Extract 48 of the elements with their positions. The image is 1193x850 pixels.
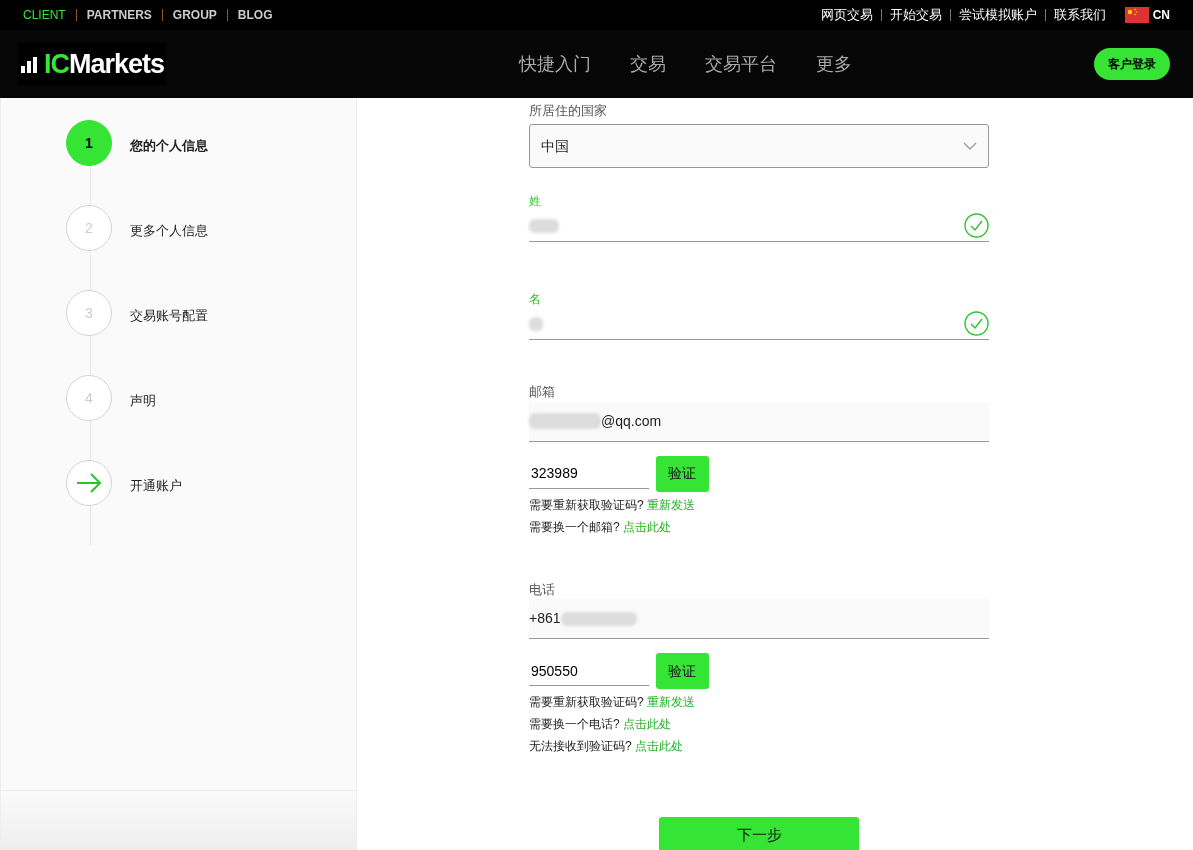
contact-field[interactable]: +861	[529, 599, 989, 639]
language-label[interactable]: CN	[1152, 6, 1170, 24]
chevron-down-icon	[963, 142, 977, 150]
redacted-value	[529, 316, 543, 331]
hint-text: 无法接收到验证码? 点击此处	[529, 738, 684, 755]
check-circle-icon	[964, 213, 989, 238]
field-label: 姓	[529, 193, 542, 210]
hint-text: 需要换一个邮箱? 点击此处	[529, 518, 672, 536]
step-label: 您的个人信息	[130, 137, 208, 155]
step-label: 更多个人信息	[130, 222, 208, 240]
step-circle: 1	[66, 120, 112, 166]
name-field[interactable]	[529, 308, 989, 340]
redacted-value	[529, 218, 559, 233]
top-link[interactable]: 网页交易	[820, 5, 873, 25]
top-link[interactable]: CLIENT	[23, 6, 66, 24]
logo[interactable]: ICMarkets	[18, 43, 167, 85]
top-link[interactable]: 尝试模拟账户	[958, 5, 1037, 25]
top-link[interactable]: PARTNERS	[86, 6, 152, 24]
top-link[interactable]: BLOG	[237, 6, 273, 24]
name-field[interactable]	[529, 210, 989, 242]
hint-text: 需要重新获取验证码? 重新发送	[529, 694, 696, 711]
arrow-right-icon	[76, 473, 102, 493]
next-button[interactable]: 下一步	[659, 817, 859, 850]
contact-field[interactable]: @qq.com	[529, 401, 989, 442]
verify-button[interactable]: 验证	[655, 653, 709, 689]
code-input[interactable]: 950550	[529, 656, 649, 686]
step-label: 交易账号配置	[130, 307, 208, 325]
step-label: 开通账户	[130, 477, 182, 495]
field-label: 电话	[529, 580, 556, 599]
top-link[interactable]: GROUP	[172, 6, 217, 24]
nav-menu-item[interactable]: 快捷入门	[518, 50, 591, 78]
step-label: 声明	[130, 392, 156, 410]
hint-text: 需要换一个电话? 点击此处	[529, 716, 672, 733]
nav-menu-item[interactable]: 交易平台	[704, 50, 777, 78]
field-label: 邮箱	[529, 383, 556, 401]
hint-text: 需要重新获取验证码? 重新发送	[529, 496, 696, 514]
field-label: 名	[529, 291, 542, 308]
top-link[interactable]: 联系我们	[1053, 5, 1106, 25]
verify-button[interactable]: 验证	[655, 455, 709, 492]
check-circle-icon	[964, 311, 989, 336]
nav-menu-item[interactable]: 更多	[815, 50, 852, 78]
nav-menu-item[interactable]: 交易	[629, 50, 666, 78]
login-button[interactable]: 客户登录	[1094, 48, 1170, 80]
china-flag-icon	[1125, 7, 1150, 23]
code-input[interactable]: 323989	[529, 458, 649, 489]
top-link[interactable]: 开始交易	[889, 5, 942, 25]
country-select[interactable]: 中国	[529, 124, 989, 168]
field-label: 所居住的国家	[529, 102, 608, 121]
